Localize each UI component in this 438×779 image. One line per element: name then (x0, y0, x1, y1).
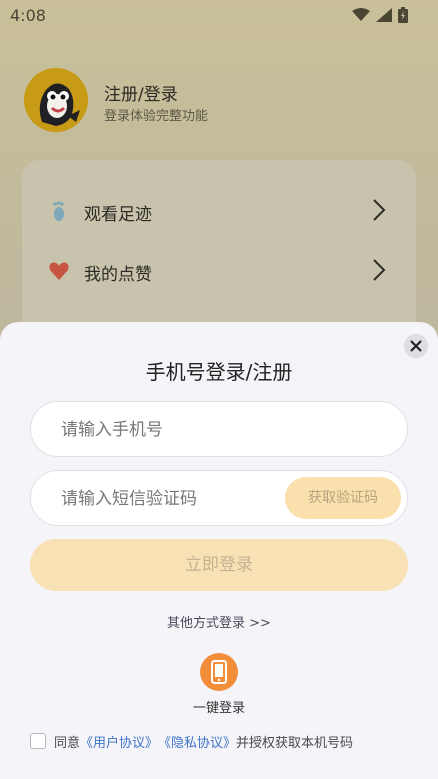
other-login-methods-link[interactable]: 其他方式登录 >> (0, 612, 438, 631)
user-agreement-link[interactable]: 《用户协议》 (80, 732, 158, 751)
agreement-row: 同意 《用户协议》 《隐私协议》 并授权获取本机号码 (30, 731, 353, 751)
status-bar: 4:08 (0, 0, 438, 32)
signal-icon (376, 8, 392, 22)
battery-icon (398, 7, 408, 23)
status-icons (352, 7, 408, 23)
code-field[interactable]: 获取验证码 (30, 470, 408, 527)
heart-icon (49, 262, 69, 280)
sms-code-input[interactable] (59, 471, 293, 527)
phone-icon (211, 660, 227, 684)
chevron-right-icon (373, 259, 386, 281)
login-submit-button[interactable]: 立即登录 (30, 539, 408, 591)
privacy-agreement-link[interactable]: 《隐私协议》 (158, 732, 236, 751)
get-code-button[interactable]: 获取验证码 (285, 477, 401, 519)
close-button[interactable] (404, 334, 428, 358)
agreement-prefix: 同意 (54, 735, 81, 751)
menu-item-my-likes[interactable]: 我的点赞 (22, 242, 416, 298)
phone-field[interactable] (30, 401, 408, 458)
orca-mascot-icon (24, 68, 88, 132)
menu-item-label: 我的点赞 (84, 265, 152, 285)
wifi-icon (352, 8, 370, 21)
profile-header[interactable]: 注册/登录 登录体验完整功能 (24, 68, 414, 138)
footprint-icon (53, 201, 64, 221)
one-key-login-label[interactable]: 一键登录 (0, 697, 438, 716)
menu-item-watch-history[interactable]: 观看足迹 (22, 182, 416, 238)
status-time: 4:08 (10, 6, 46, 25)
close-icon (410, 340, 422, 352)
agreement-suffix: 并授权获取本机号码 (236, 735, 354, 751)
sheet-title: 手机号登录/注册 (145, 360, 293, 384)
profile-name[interactable]: 注册/登录 (104, 80, 178, 105)
chevron-right-icon (373, 199, 386, 221)
one-key-login-button[interactable] (200, 653, 238, 691)
phone-input[interactable] (59, 402, 293, 458)
avatar[interactable] (24, 68, 88, 132)
agreement-checkbox[interactable] (30, 733, 46, 749)
menu-item-label: 观看足迹 (84, 205, 152, 225)
profile-subtitle: 登录体验完整功能 (104, 109, 209, 124)
